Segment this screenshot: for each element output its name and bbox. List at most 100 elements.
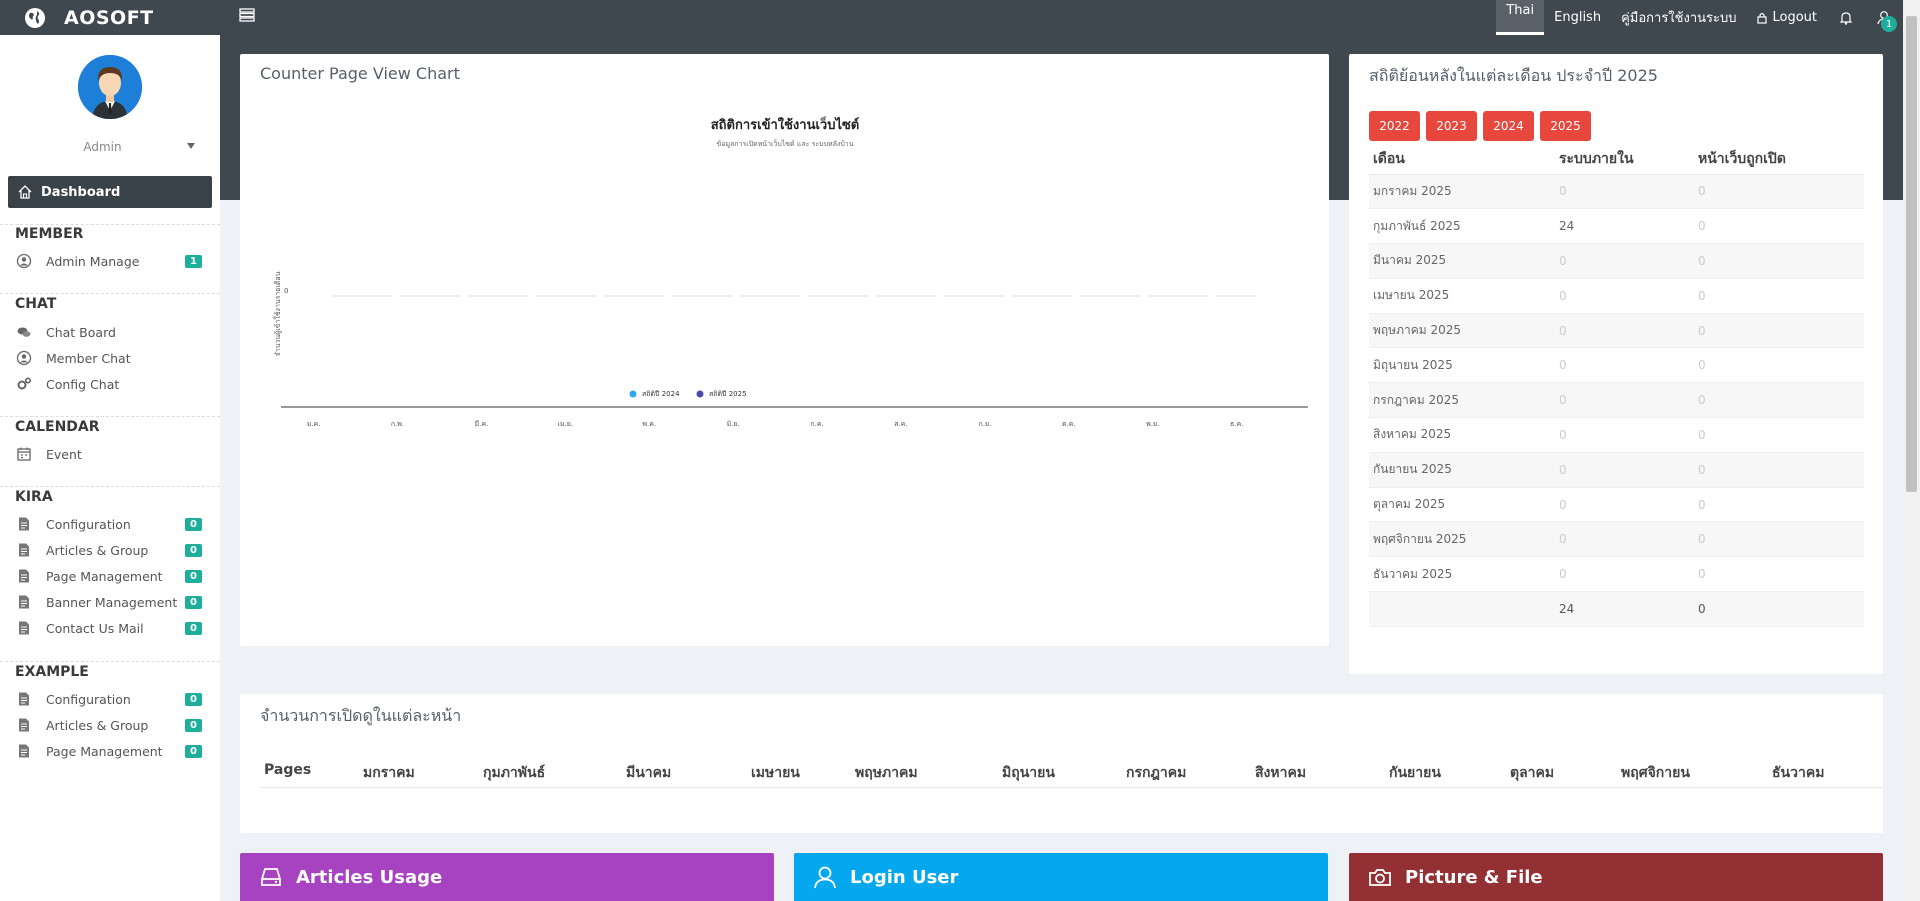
sidebar-item-label: Contact Us Mail (46, 620, 144, 636)
table-cell: มีนาคม 2025 (1369, 243, 1555, 279)
section-calendar: CALENDAR (15, 419, 100, 435)
table-cell: มิถุนายน 2025 (1369, 347, 1555, 384)
divider (0, 293, 220, 294)
sidebar-item-label: Page Management (46, 743, 163, 759)
table-row: ธันวาคม 2025 0 0 (1369, 556, 1864, 593)
pages-card: จำนวนการเปิดดูในแต่ละหน้า Pages มกราคม กุม… (240, 694, 1883, 833)
table-row: กรกฎาคม 2025 0 0 (1369, 382, 1864, 419)
sidebar-item-ex-pages[interactable]: Page Management 0 (0, 740, 220, 762)
brand-name: AOSOFT (64, 6, 154, 29)
top-nav: Thai English คู่มือการใช้งานระบบ Logout … (1496, 0, 1903, 35)
table-cell: 0 (1694, 347, 1864, 384)
sidebar-item-label: Banner Management (46, 594, 178, 610)
vertical-scrollbar[interactable] (1903, 0, 1920, 901)
sidebar-item-kira-banner[interactable]: Banner Management 0 (0, 591, 220, 613)
year-button-2024[interactable]: 2024 (1483, 111, 1534, 141)
scrollbar-thumb[interactable] (1906, 16, 1917, 492)
calendar-icon (17, 447, 31, 461)
sidebar-item-kira-contact[interactable]: Contact Us Mail 0 (0, 617, 220, 639)
legend-marker (696, 390, 704, 398)
table-cell: 0 (1694, 521, 1864, 558)
sidebar-item-label: Articles & Group (46, 542, 149, 558)
sidebar-item-admin-manage[interactable]: Admin Manage 1 (0, 250, 220, 272)
user-badge: 1 (1881, 16, 1897, 32)
menu-toggle-icon[interactable] (238, 6, 256, 24)
avatar[interactable] (78, 55, 142, 119)
file-icon (19, 718, 29, 732)
count-badge: 0 (185, 595, 202, 609)
sidebar-item-label: Configuration (46, 516, 131, 532)
table-cell: 0 (1694, 487, 1864, 523)
year-button-2025[interactable]: 2025 (1540, 111, 1591, 141)
sidebar-item-event[interactable]: Event (0, 443, 220, 465)
articles-usage-tile[interactable]: Articles Usage (240, 853, 774, 901)
column-header: มกราคม (363, 765, 415, 781)
sidebar-item-label: Configuration (46, 691, 131, 707)
hdd-icon (261, 868, 281, 886)
caret-down-icon[interactable] (187, 143, 195, 149)
column-header: ระบบภายใน (1555, 144, 1694, 175)
table-cell: 0 (1555, 417, 1694, 453)
legend-label[interactable]: สถิติปี 2024 (642, 390, 680, 398)
sidebar-item-label: Articles & Group (46, 717, 149, 733)
column-header: Pages (264, 762, 312, 778)
table-row: ตุลาคม 2025 0 0 (1369, 487, 1864, 523)
lang-english-link[interactable]: English (1544, 0, 1611, 35)
table-cell: 0 (1694, 556, 1864, 593)
picture-file-tile[interactable]: Picture & File (1349, 853, 1883, 901)
table-cell: 0 (1694, 278, 1864, 314)
sidebar-item-member-chat[interactable]: Member Chat (0, 347, 220, 369)
legend-label[interactable]: สถิติปี 2025 (709, 390, 747, 398)
manual-link[interactable]: คู่มือการใช้งานระบบ (1611, 0, 1746, 35)
table-header-row: เดือน ระบบภายใน หน้าเว็บถูกเปิด (1369, 144, 1864, 175)
page-view-chart: สถิติการเข้าใช้งานเว็บไซต์ ข้อมูลการเปิด… (273, 115, 1308, 428)
column-header: ธันวาคม (1772, 765, 1825, 781)
comments-icon (17, 327, 31, 337)
sidebar-item-kira-configuration[interactable]: Configuration 0 (0, 513, 220, 535)
brand[interactable]: AOSOFT (0, 0, 220, 35)
x-tick-label: ม.ค. (307, 420, 321, 428)
login-user-tile[interactable]: Login User (794, 853, 1328, 901)
table-row: กุมภาพันธ์ 2025 24 0 (1369, 208, 1864, 245)
sidebar-item-ex-configuration[interactable]: Configuration 0 (0, 688, 220, 710)
file-icon (19, 517, 29, 531)
column-header: เดือน (1369, 144, 1555, 175)
logout-link[interactable]: Logout (1746, 0, 1827, 35)
table-total-row: 24 0 (1369, 591, 1864, 627)
table-row: เมษายน 2025 0 0 (1369, 278, 1864, 314)
table-cell: 0 (1555, 278, 1694, 314)
section-example: EXAMPLE (15, 664, 89, 680)
count-badge: 0 (185, 621, 202, 635)
column-header: มิถุนายน (1002, 765, 1055, 781)
column-header: เมษายน (751, 765, 800, 781)
sidebar-item-kira-articles[interactable]: Articles & Group 0 (0, 539, 220, 561)
table-cell: 0 (1555, 174, 1694, 210)
sidebar: Admin Dashboard MEMBER Admin Manage 1 CH… (0, 35, 220, 901)
sidebar-item-ex-articles[interactable]: Articles & Group 0 (0, 714, 220, 736)
sidebar-item-chat-board[interactable]: Chat Board (0, 321, 220, 343)
table-cell: 0 (1555, 382, 1694, 419)
user-menu-button[interactable]: 1 (1865, 0, 1903, 35)
avatar-image (78, 55, 142, 119)
year-button-2023[interactable]: 2023 (1426, 111, 1477, 141)
stats-card: สถิติย้อนหลังในแต่ละเดือน ประจำปี 2025 2… (1349, 54, 1883, 674)
column-header: กันยายน (1389, 765, 1441, 781)
year-button-2022[interactable]: 2022 (1369, 111, 1420, 141)
table-cell: กันยายน 2025 (1369, 452, 1555, 488)
lang-thai-link[interactable]: Thai (1496, 0, 1545, 35)
sidebar-item-dashboard[interactable]: Dashboard (8, 176, 212, 208)
table-row: กันยายน 2025 0 0 (1369, 452, 1864, 488)
y-tick-label: 0 (284, 287, 288, 295)
cogs-icon (17, 377, 32, 390)
table-cell: 0 (1694, 313, 1864, 349)
x-tick-label: ก.ย. (979, 420, 992, 428)
column-header: หน้าเว็บถูกเปิด (1694, 144, 1864, 175)
column-header: มีนาคม (626, 765, 672, 781)
sidebar-item-kira-pages[interactable]: Page Management 0 (0, 565, 220, 587)
dashboard-label: Dashboard (41, 184, 121, 200)
sidebar-item-config-chat[interactable]: Config Chat (0, 373, 220, 395)
notifications-button[interactable] (1827, 0, 1865, 35)
x-tick-label: เม.ย. (558, 420, 574, 428)
divider (0, 224, 220, 225)
chart-title: สถิติการเข้าใช้งานเว็บไซต์ (711, 115, 860, 133)
